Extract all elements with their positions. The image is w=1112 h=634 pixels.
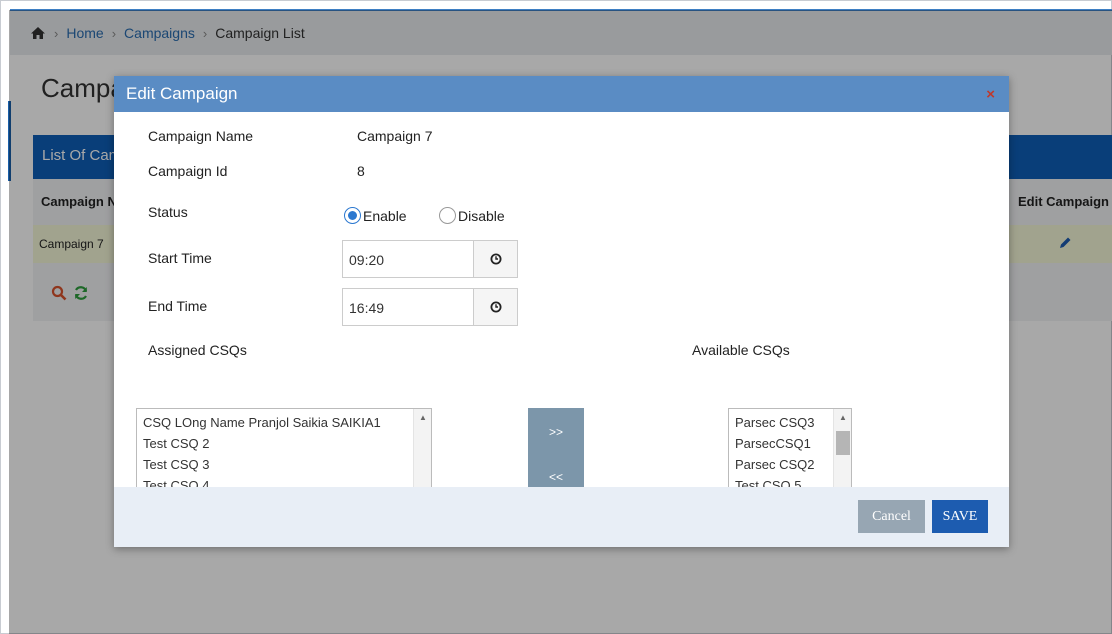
modal-title: Edit Campaign (126, 84, 238, 103)
move-to-available-button[interactable]: >> (528, 425, 584, 439)
end-time-picker[interactable]: 16:49 (342, 288, 518, 326)
scroll-thumb[interactable] (836, 431, 850, 455)
close-icon[interactable]: × (986, 86, 995, 103)
end-time-clock-button[interactable] (473, 289, 517, 325)
modal-footer: Cancel SAVE (114, 487, 1009, 547)
campaign-name-label: Campaign Name (148, 128, 254, 144)
radio-selected-icon[interactable] (344, 207, 361, 224)
move-to-assigned-button[interactable]: << (528, 470, 584, 484)
start-time-label: Start Time (148, 250, 212, 266)
start-time-picker[interactable]: 09:20 (342, 240, 518, 278)
cancel-button[interactable]: Cancel (858, 500, 925, 533)
end-time-label: End Time (148, 298, 208, 314)
status-label: Status (148, 204, 188, 220)
status-disable-label: Disable (458, 207, 505, 224)
scroll-up-icon[interactable]: ▲ (839, 413, 847, 422)
radio-unselected-icon[interactable] (439, 207, 456, 224)
clock-icon (490, 301, 501, 313)
assigned-csq-item[interactable]: Test CSQ 3 (143, 454, 431, 475)
assigned-csq-item[interactable]: Test CSQ 2 (143, 433, 431, 454)
assigned-csqs-label: Assigned CSQs (148, 342, 247, 358)
save-button[interactable]: SAVE (932, 500, 988, 533)
status-enable-label: Enable (363, 207, 407, 224)
modal-header: Edit Campaign × (114, 76, 1009, 112)
scroll-up-icon[interactable]: ▲ (419, 413, 427, 422)
clock-icon (490, 253, 501, 265)
start-time-input[interactable]: 09:20 (343, 241, 473, 277)
start-time-clock-button[interactable] (473, 241, 517, 277)
available-csqs-label: Available CSQs (692, 342, 790, 358)
campaign-id-value: 8 (357, 163, 365, 179)
end-time-input[interactable]: 16:49 (343, 289, 473, 325)
campaign-id-label: Campaign Id (148, 163, 228, 179)
status-disable-radio[interactable]: Disable (439, 207, 505, 224)
modal-body: Campaign Name Campaign 7 Campaign Id 8 S… (114, 112, 1009, 502)
status-enable-radio[interactable]: Enable (344, 207, 407, 224)
campaign-name-value: Campaign 7 (357, 128, 433, 144)
edit-campaign-modal: Edit Campaign × Campaign Name Campaign 7… (114, 76, 1009, 547)
assigned-csq-item[interactable]: CSQ LOng Name Pranjol Saikia SAIKIA1 (143, 412, 431, 433)
